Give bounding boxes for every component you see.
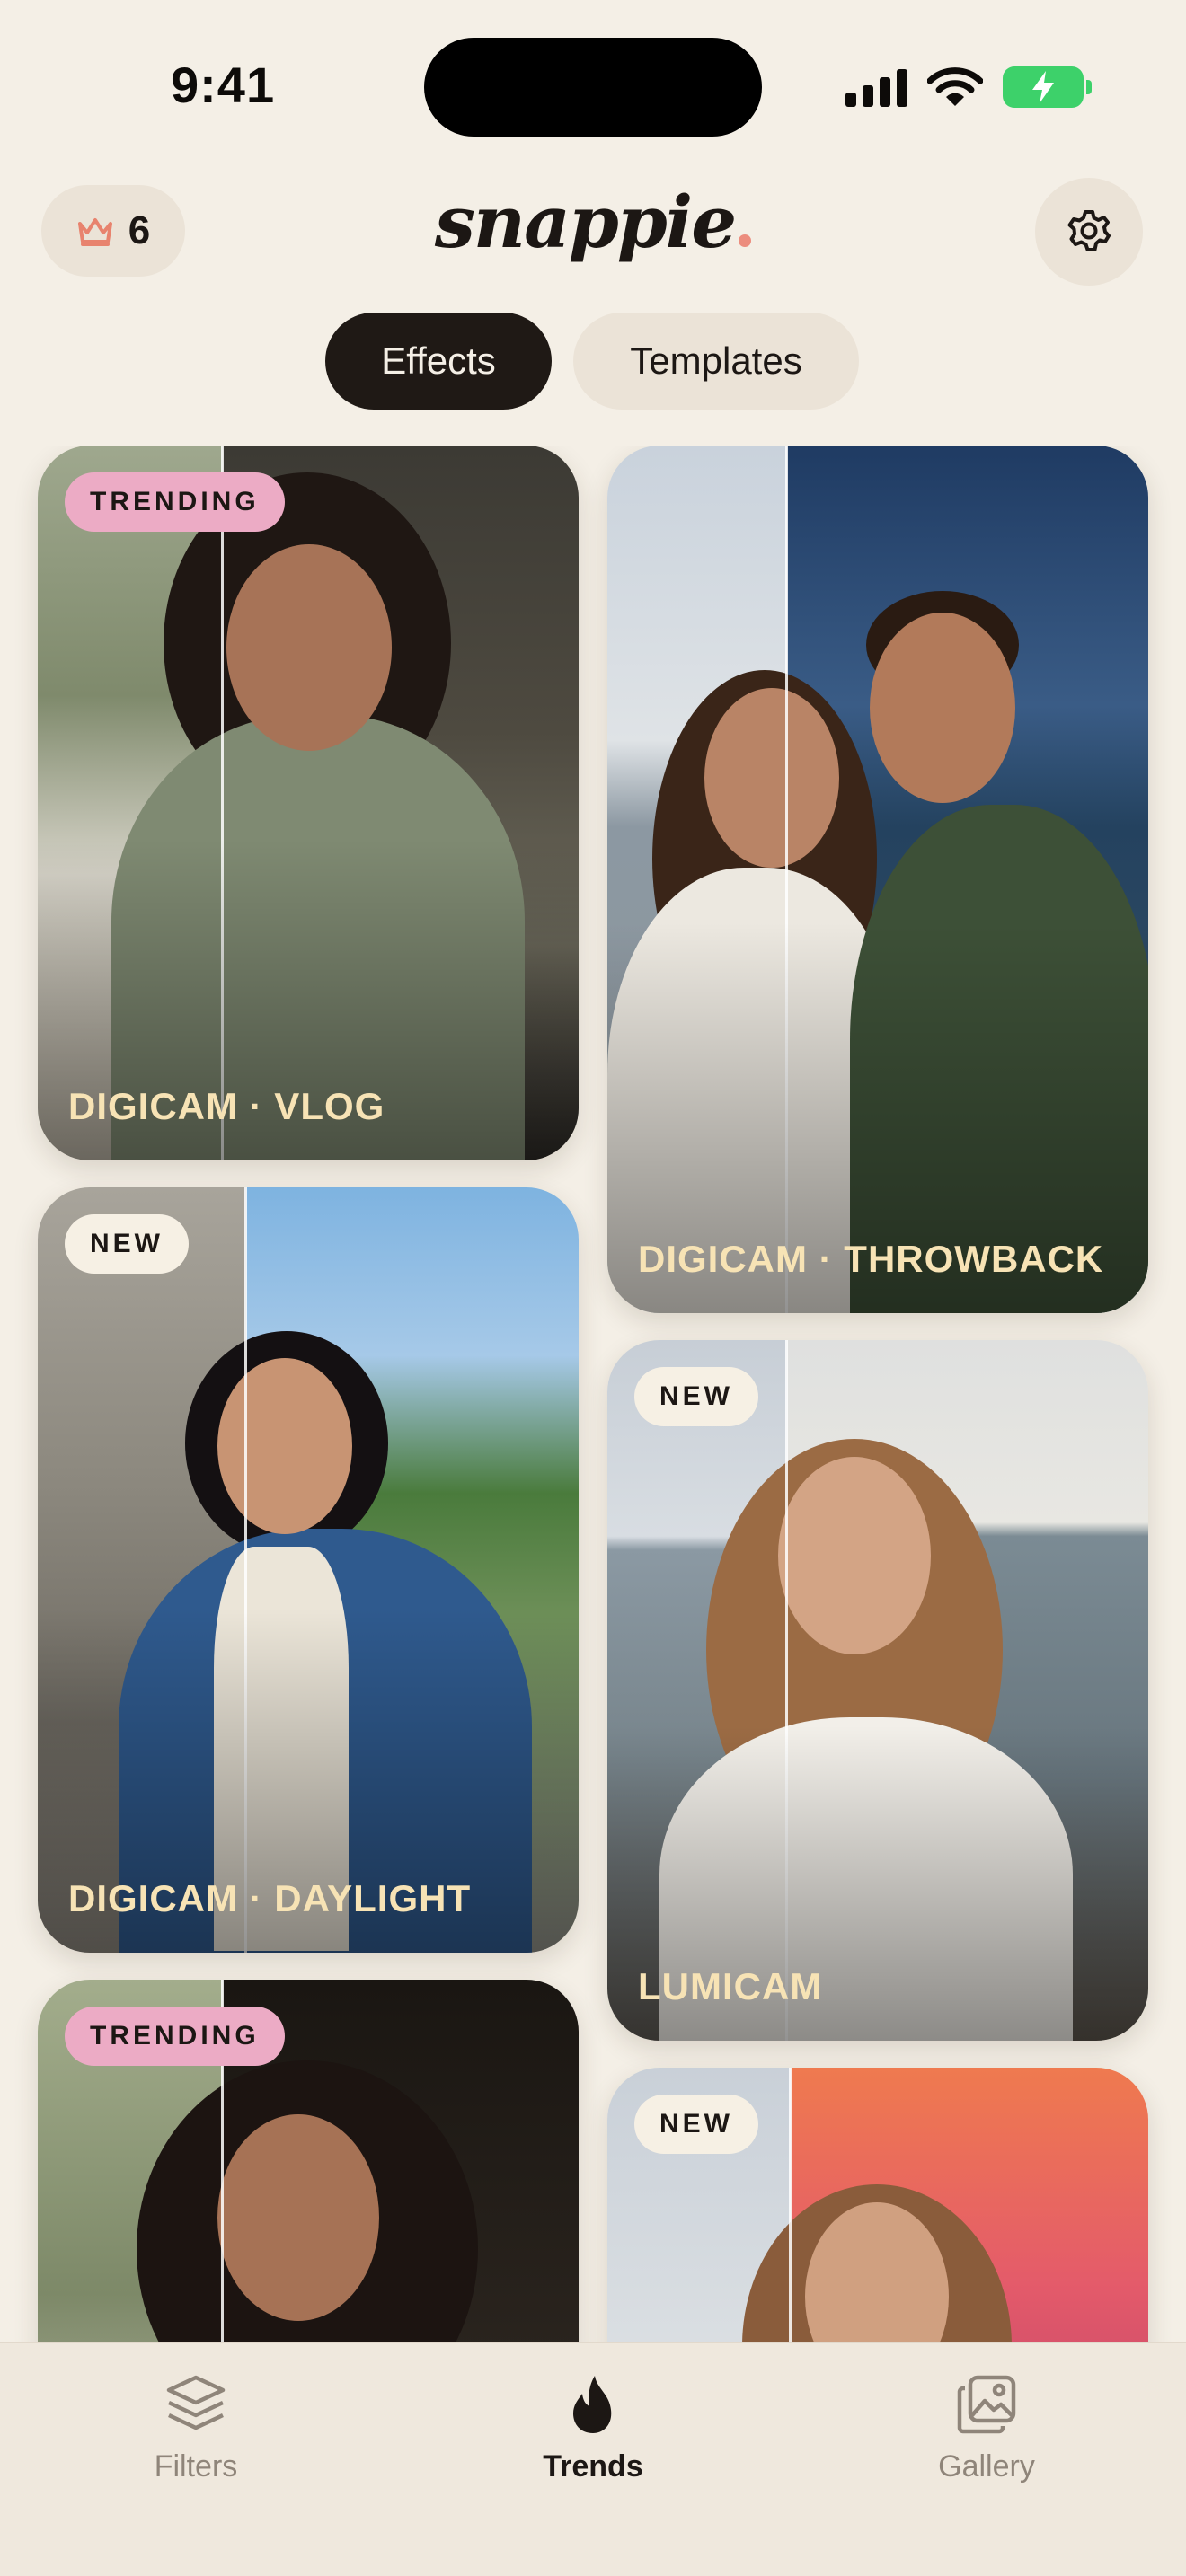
trending-badge: TRENDING xyxy=(65,472,285,532)
new-badge: NEW xyxy=(65,1214,189,1274)
new-badge: NEW xyxy=(634,1367,758,1426)
effect-card-digicam-throwback[interactable]: DIGICAM · THROWBACK xyxy=(607,446,1148,1313)
card-label: DIGICAM · DAYLIGHT xyxy=(68,1877,472,1919)
settings-button[interactable] xyxy=(1035,178,1143,286)
logo-text: snappie xyxy=(434,180,737,264)
dynamic-island xyxy=(424,38,762,137)
nav-label: Gallery xyxy=(938,2449,1035,2483)
status-bar: 9:41 xyxy=(0,0,1186,162)
layers-icon xyxy=(166,2375,226,2430)
card-label: DIGICAM · VLOG xyxy=(68,1085,385,1127)
effect-card-digicam-daylight[interactable]: NEW DIGICAM · DAYLIGHT xyxy=(38,1187,579,1953)
bottom-nav: Filters Trends Gallery xyxy=(0,2342,1186,2576)
nav-item-trends[interactable]: Trends xyxy=(503,2372,683,2484)
wifi-icon xyxy=(927,67,983,106)
nav-item-gallery[interactable]: Gallery xyxy=(897,2372,1076,2484)
nav-label: Trends xyxy=(543,2449,643,2483)
effect-card-digicam-vlog[interactable]: TRENDING DIGICAM · VLOG xyxy=(38,446,579,1160)
tab-templates[interactable]: Templates xyxy=(573,313,859,410)
cellular-signal-icon xyxy=(845,67,907,107)
charging-bolt-icon xyxy=(1032,71,1054,103)
app-logo: snappie xyxy=(0,180,1186,264)
split-divider[interactable] xyxy=(789,2068,792,2342)
status-icons xyxy=(845,63,1092,111)
battery-icon xyxy=(1003,66,1092,108)
effect-card-new-partial[interactable]: NEW xyxy=(607,2068,1148,2342)
card-label: DIGICAM · THROWBACK xyxy=(638,1238,1104,1280)
gear-icon xyxy=(1067,210,1111,251)
logo-dot xyxy=(739,234,752,247)
new-badge: NEW xyxy=(634,2095,758,2154)
gallery-icon xyxy=(957,2375,1016,2434)
effects-feed[interactable]: TRENDING DIGICAM · VLOG DIGICAM · THROWB… xyxy=(0,446,1186,2342)
effect-card-trending-partial[interactable]: TRENDING xyxy=(38,1980,579,2342)
tab-effects[interactable]: Effects xyxy=(325,313,552,410)
status-time: 9:41 xyxy=(171,57,276,113)
effect-card-lumicam[interactable]: NEW LUMICAM xyxy=(607,1340,1148,2041)
nav-item-filters[interactable]: Filters xyxy=(106,2372,286,2484)
flame-icon xyxy=(573,2376,612,2433)
trending-badge: TRENDING xyxy=(65,2007,285,2066)
card-label: LUMICAM xyxy=(638,1965,823,2007)
nav-label: Filters xyxy=(154,2449,238,2483)
